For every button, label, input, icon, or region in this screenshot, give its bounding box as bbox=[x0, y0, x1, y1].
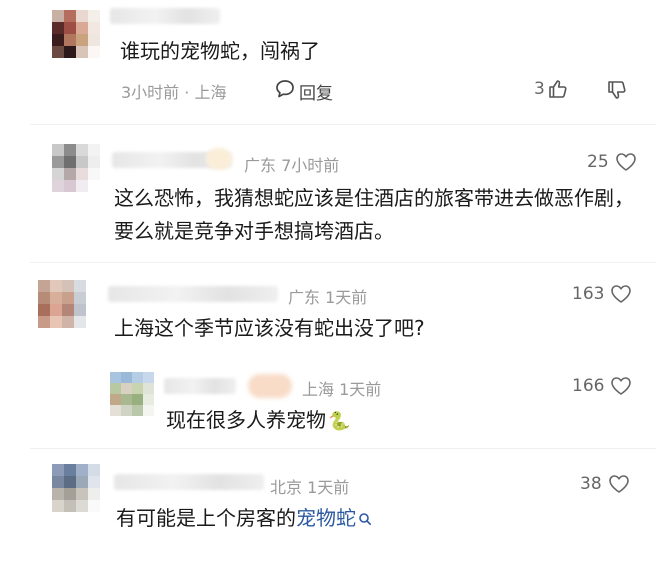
heart-icon bbox=[615, 152, 637, 172]
like-count: 38 bbox=[580, 474, 602, 494]
like-count: 163 bbox=[572, 284, 605, 304]
reply-button[interactable]: 回复 bbox=[274, 78, 333, 105]
comment-text: 上海这个季节应该没有蛇出没了吧? bbox=[114, 316, 425, 340]
comment-text-content: 有可能是上个房客的 bbox=[116, 506, 296, 530]
thumbs-down-icon bbox=[606, 81, 628, 105]
comment-text: 这么恐怖，我猜想蛇应该是住酒店的旅客带进去做恶作剧，要么就是竞争对手想搞垮酒店。 bbox=[114, 186, 634, 243]
comment-2: 广东 7小时前 25 这么恐怖，我猜想蛇应该是住酒店的旅客带进去做恶作剧，要么就… bbox=[0, 128, 656, 258]
avatar[interactable] bbox=[52, 464, 100, 512]
comment-text-content: 现在很多人养宠物 bbox=[166, 408, 326, 432]
user-badge bbox=[248, 374, 292, 398]
divider bbox=[30, 448, 656, 449]
search-icon[interactable] bbox=[358, 503, 372, 536]
comment-3: 广东 1天前 163 上海这个季节应该没有蛇出没了吧? bbox=[0, 266, 656, 356]
comment-text: 有可能是上个房客的宠物蛇 bbox=[116, 502, 372, 536]
dislike-button[interactable] bbox=[606, 79, 628, 105]
avatar[interactable] bbox=[38, 280, 86, 328]
comment-time-location: 3小时前 · 上海 bbox=[121, 83, 227, 102]
like-button[interactable]: 166 bbox=[572, 376, 632, 396]
location-time: 广东 7小时前 bbox=[244, 156, 340, 175]
like-count: 25 bbox=[587, 152, 609, 172]
like-count: 3 bbox=[534, 79, 545, 99]
heart-icon bbox=[610, 376, 632, 396]
divider bbox=[30, 262, 656, 263]
heart-icon bbox=[608, 474, 630, 494]
comment-1: 谁玩的宠物蛇，闯祸了 3小时前 · 上海 回复 3 bbox=[0, 0, 656, 120]
thumbs-up-icon bbox=[547, 78, 569, 100]
reply-label: 回复 bbox=[299, 84, 333, 104]
avatar[interactable] bbox=[52, 144, 100, 192]
like-count: 166 bbox=[572, 376, 605, 396]
location-time: 上海 1天前 bbox=[302, 380, 382, 399]
snake-emoji: 🐍 bbox=[328, 411, 351, 432]
comment-5: 北京 1天前 38 有可能是上个房客的宠物蛇 bbox=[0, 452, 656, 562]
location-time: 广东 1天前 bbox=[288, 288, 368, 307]
divider bbox=[30, 124, 656, 125]
heart-icon bbox=[610, 284, 632, 304]
like-button[interactable]: 3 bbox=[534, 78, 569, 100]
username-blurred[interactable] bbox=[164, 378, 236, 394]
like-button[interactable]: 163 bbox=[572, 284, 632, 304]
like-button[interactable]: 38 bbox=[580, 474, 630, 494]
reply-comment: 上海 1天前 166 现在很多人养宠物 🐍 bbox=[0, 360, 656, 448]
search-link[interactable]: 宠物蛇 bbox=[296, 506, 356, 530]
user-badge bbox=[206, 148, 232, 170]
avatar[interactable] bbox=[110, 372, 154, 416]
location-time: 北京 1天前 bbox=[270, 478, 350, 497]
like-button[interactable]: 25 bbox=[587, 152, 637, 172]
username-blurred[interactable] bbox=[114, 474, 264, 490]
comment-text: 谁玩的宠物蛇，闯祸了 bbox=[120, 39, 320, 63]
username-blurred[interactable] bbox=[110, 8, 220, 24]
speech-bubble-icon bbox=[274, 78, 296, 105]
username-blurred[interactable] bbox=[108, 286, 278, 302]
comment-text: 现在很多人养宠物 🐍 bbox=[166, 404, 350, 438]
avatar[interactable] bbox=[52, 10, 100, 58]
